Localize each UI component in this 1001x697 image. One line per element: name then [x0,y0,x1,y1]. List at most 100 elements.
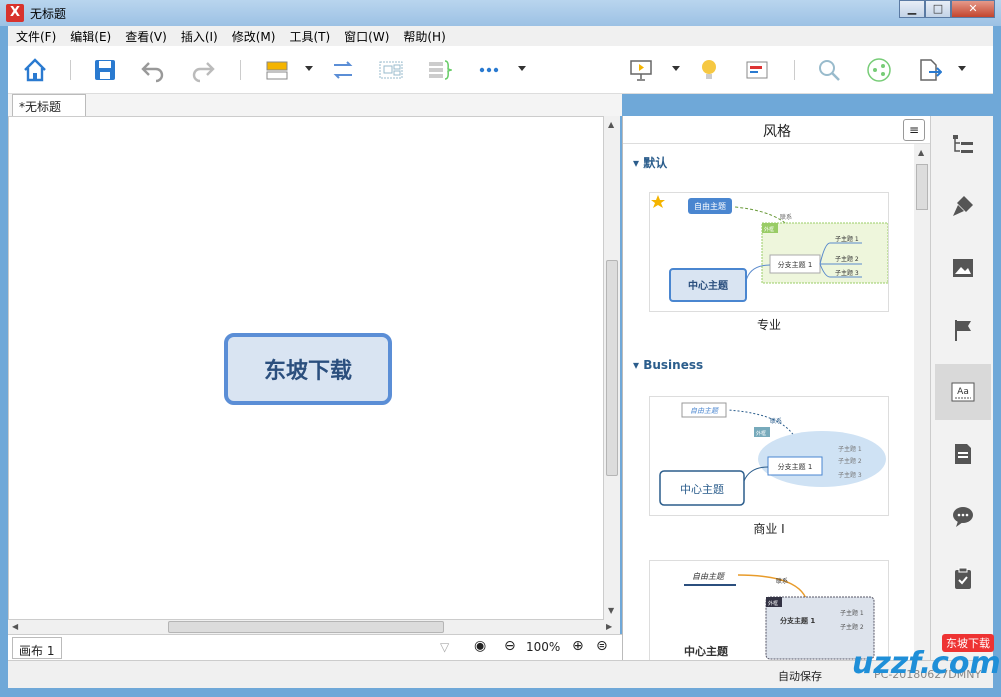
undo-icon[interactable] [138,56,168,84]
svg-text:分支主题 1: 分支主题 1 [778,462,813,471]
chevron-down-icon[interactable] [305,66,313,71]
marker-flag-icon[interactable] [935,302,991,358]
notes-icon[interactable] [935,426,991,482]
summary-icon[interactable] [424,56,454,84]
svg-text:Aa: Aa [957,387,969,397]
separator [70,60,71,80]
separator [240,60,241,80]
svg-text:自由主题: 自由主题 [694,201,726,211]
separator [794,60,795,80]
comment-icon[interactable] [935,488,991,544]
menu-window[interactable]: 窗口(W) [344,28,389,45]
minimize-button[interactable]: ▁ [899,0,925,18]
svg-text:外框: 外框 [764,226,774,233]
star-icon [651,195,665,208]
section-business[interactable]: Business [633,358,703,372]
svg-text:外框: 外框 [768,600,778,607]
close-button[interactable]: ✕ [951,0,995,18]
scroll-up-icon[interactable]: ▲ [918,148,924,157]
format-brush-icon[interactable] [935,178,991,234]
mindmap-canvas[interactable]: 东坡下载 [8,116,604,620]
panel-vertical-scrollbar[interactable]: ▲ [914,144,930,660]
menu-insert[interactable]: 插入(I) [181,28,218,45]
search-icon[interactable] [814,56,844,84]
menu-tools[interactable]: 工具(T) [289,28,330,45]
svg-text:分支主题 1: 分支主题 1 [778,260,813,269]
filter-icon[interactable]: ▽ [440,640,449,654]
menu-bar: 文件(F) 编辑(E) 查看(V) 插入(I) 修改(M) 工具(T) 窗口(W… [8,26,993,46]
menu-help[interactable]: 帮助(H) [403,28,445,45]
watermark-badge: 东坡下载 [942,634,994,652]
svg-text:子主题 1: 子主题 1 [840,609,864,617]
chevron-down-icon[interactable] [518,66,526,71]
outline-icon[interactable] [935,116,991,172]
image-icon[interactable] [935,240,991,296]
svg-text:中心主题: 中心主题 [680,483,724,496]
svg-text:子主题 3: 子主题 3 [835,269,859,277]
svg-text:联系: 联系 [776,577,788,585]
chevron-down-icon[interactable] [958,66,966,71]
svg-text:子主题 2: 子主题 2 [840,623,864,631]
style-preview: 自由主题 联系 外框 分支主题 1 子主题 1 子主题 2 子主题 3 中心主题 [659,402,886,506]
sheet-tab[interactable]: 画布 1 [12,637,62,659]
task-icon[interactable] [935,550,991,606]
panel-menu-icon[interactable]: ≡ [903,119,925,141]
relationship-icon[interactable] [328,56,358,84]
svg-text:中心主题: 中心主题 [684,644,729,658]
central-topic[interactable]: 东坡下载 [224,333,392,405]
boundary-icon[interactable] [376,56,406,84]
fit-button[interactable]: ⊜ [596,638,608,654]
panel-title: 风格 ≡ [623,116,931,144]
home-icon[interactable] [20,56,50,84]
share-icon[interactable] [864,56,894,84]
menu-modify[interactable]: 修改(M) [232,28,276,45]
eye-icon[interactable]: ◉ [474,638,486,654]
svg-text:中心主题: 中心主题 [688,279,729,292]
svg-text:子主题 3: 子主题 3 [838,471,862,479]
menu-view[interactable]: 查看(V) [125,28,167,45]
zoom-in-button[interactable]: ⊕ [572,638,584,654]
document-tab-strip: *无标题 [8,94,622,116]
svg-text:子主题 2: 子主题 2 [835,255,859,263]
watermark-logo: uzzf.com 东坡下载 [812,632,1001,692]
scroll-left-icon[interactable]: ◀ [12,622,18,631]
canvas-status-bar: 画布 1 ▽ ◉ ⊖ 100% ⊕ ⊜ [8,634,622,660]
menu-edit[interactable]: 编辑(E) [70,28,111,45]
svg-text:自由主题: 自由主题 [690,407,720,415]
svg-text:分支主题 1: 分支主题 1 [780,616,815,625]
scroll-down-icon[interactable]: ▼ [608,606,614,615]
topic-icon[interactable] [262,56,292,84]
gantt-icon[interactable] [742,56,772,84]
export-icon[interactable] [914,56,944,84]
scroll-up-icon[interactable]: ▲ [608,120,614,129]
scrollbar-thumb[interactable] [606,260,618,476]
right-sidebar: Aa [930,116,993,660]
redo-icon[interactable] [188,56,218,84]
style-thumbnail-professional[interactable]: 自由主题 联系 外框 分支主题 1 子主题 1 子主题 2 子主题 3 中心主题 [649,192,889,312]
style-label-business: 商业 I [753,522,785,536]
app-logo-icon: X [6,4,24,22]
scrollbar-thumb[interactable] [168,621,444,633]
zoom-level: 100% [526,640,561,654]
window-title: 无标题 [30,7,67,21]
document-tab[interactable]: *无标题 [12,94,86,116]
scroll-right-icon[interactable]: ▶ [606,622,612,631]
style-thumbnail-business[interactable]: 自由主题 联系 外框 分支主题 1 子主题 1 子主题 2 子主题 3 中心主题 [649,396,889,516]
canvas-vertical-scrollbar[interactable]: ▲ ▼ [604,116,620,620]
menu-file[interactable]: 文件(F) [16,28,56,45]
presentation-icon[interactable] [626,56,656,84]
style-icon[interactable]: Aa [935,364,991,420]
zoom-out-button[interactable]: ⊖ [504,638,516,654]
save-icon[interactable] [90,56,120,84]
scrollbar-thumb[interactable] [916,164,928,210]
section-default[interactable]: 默认 [633,154,667,171]
maximize-button[interactable]: □ [925,0,951,18]
svg-text:子主题 2: 子主题 2 [838,457,862,465]
chevron-down-icon[interactable] [672,66,680,71]
more-icon[interactable] [474,56,504,84]
style-panel: 风格 ≡ 默认 自由主题 联系 外框 分支主题 1 子主题 1 子主题 2 子主… [622,116,931,660]
canvas-horizontal-scrollbar[interactable]: ◀ ▶ [8,620,620,634]
svg-text:联系: 联系 [770,417,782,425]
idea-icon[interactable] [694,56,724,84]
style-label-professional: 专业 [756,318,781,332]
